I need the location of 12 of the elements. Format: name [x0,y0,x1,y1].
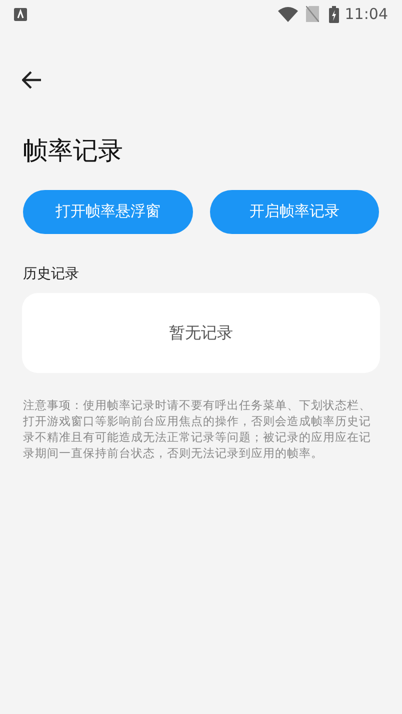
status-time: 11:04 [344,4,388,25]
page-title: 帧率记录 [23,135,124,167]
notification-icon [14,8,27,20]
section-heading: 历史记录 [23,264,80,284]
battery-icon [328,6,339,22]
note-text: 注意事项：使用帧率记录时请不要有呼出任务菜单、下划状态栏、打开游戏窗口等影响前台应用焦点的操作，否则会造成帧率历史记录不精准且有可能造成无法正常记录等问题；被记录的应用应在记录期间一直保持前台状态，否则无法记录到应用的帧率。 [23,396,372,460]
no-sim-icon [306,6,319,22]
empty-text: 暂无记录 [169,322,233,344]
wifi-icon [278,6,298,22]
action-button[interactable]: 打开帧率悬浮窗 [23,190,192,234]
back-arrow-icon [22,71,42,89]
action-button[interactable]: 开启帧率记录 [210,190,379,234]
